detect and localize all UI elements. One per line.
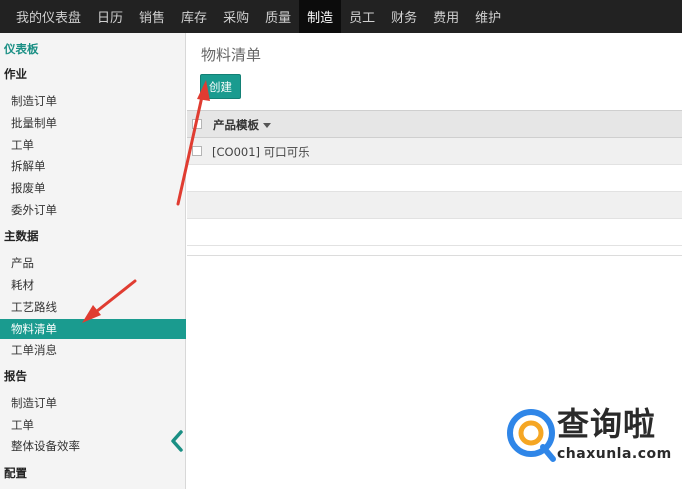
bom-list: 产品模板 [CO001] 可口可乐 [187,110,682,256]
sidebar-item-consumables[interactable]: 耗材 [11,277,34,293]
sidebar-item-work-order-messages[interactable]: 工单消息 [11,342,57,358]
sidebar-item-work-orders[interactable]: 工单 [11,137,34,153]
sidebar-item-subcontract-orders[interactable]: 委外订单 [11,202,57,218]
sidebar-item-batch-orders[interactable]: 批量制单 [11,115,57,131]
row-product: [CO001] 可口可乐 [212,145,310,159]
watermark-logo-icon [507,409,556,462]
nav-expenses[interactable]: 费用 [425,0,467,33]
select-all-checkbox[interactable] [192,119,202,129]
sidebar-item-manufacturing-orders[interactable]: 制造订单 [11,93,57,109]
nav-purchase[interactable]: 采购 [215,0,257,33]
sidebar-item-products[interactable]: 产品 [11,255,34,271]
nav-my-dashboard[interactable]: 我的仪表盘 [0,0,89,33]
top-nav: 我的仪表盘 日历 销售 库存 采购 质量 制造 员工 财务 费用 维护 [0,0,682,33]
sidebar-heading-operations: 作业 [4,67,27,81]
nav-calendar[interactable]: 日历 [89,0,131,33]
nav-maintenance[interactable]: 维护 [467,0,509,33]
sort-caret-icon [263,123,271,128]
sidebar-dashboard[interactable]: 仪表板 [4,41,39,57]
sidebar: 仪表板 作业 制造订单 批量制单 工单 拆解单 报废单 委外订单 主数据 产品 … [0,33,186,489]
create-button[interactable]: 创建 [200,74,241,99]
sidebar-heading-reports: 报告 [4,369,27,383]
watermark: 查询啦 chaxunla.com [501,403,671,467]
sidebar-item-report-oee[interactable]: 整体设备效率 [11,438,80,454]
watermark-domain: chaxunla.com [557,446,672,462]
sidebar-item-bom-label: 物料清单 [11,322,57,336]
nav-finance[interactable]: 财务 [383,0,425,33]
sidebar-item-report-manufacturing-orders[interactable]: 制造订单 [11,395,57,411]
sidebar-heading-master-data: 主数据 [4,229,39,243]
nav-manufacturing[interactable]: 制造 [299,0,342,33]
sidebar-heading-config: 配置 [4,466,27,480]
table-row[interactable]: [CO001] 可口可乐 [187,138,682,165]
list-divider [187,255,682,256]
watermark-brand: 查询啦 [557,405,657,443]
nav-employees[interactable]: 员工 [341,0,383,33]
page-title: 物料清单 [201,46,262,64]
chevron-left-icon[interactable] [168,429,186,453]
sidebar-item-bom-active[interactable]: 物料清单 [0,319,186,339]
nav-sales[interactable]: 销售 [131,0,173,33]
list-header: 产品模板 [187,110,682,138]
sidebar-item-report-work-orders[interactable]: 工单 [11,417,34,433]
empty-row [187,165,682,192]
sidebar-item-scrap-orders[interactable]: 报废单 [11,180,46,196]
empty-row [187,192,682,219]
sidebar-item-unbuild-orders[interactable]: 拆解单 [11,158,46,174]
column-product-template[interactable]: 产品模板 [213,117,271,133]
row-checkbox[interactable] [192,146,202,156]
sidebar-item-routings[interactable]: 工艺路线 [11,299,57,315]
nav-inventory[interactable]: 库存 [173,0,215,33]
nav-quality[interactable]: 质量 [257,0,299,33]
empty-row [187,219,682,246]
column-product-template-label: 产品模板 [213,118,259,132]
